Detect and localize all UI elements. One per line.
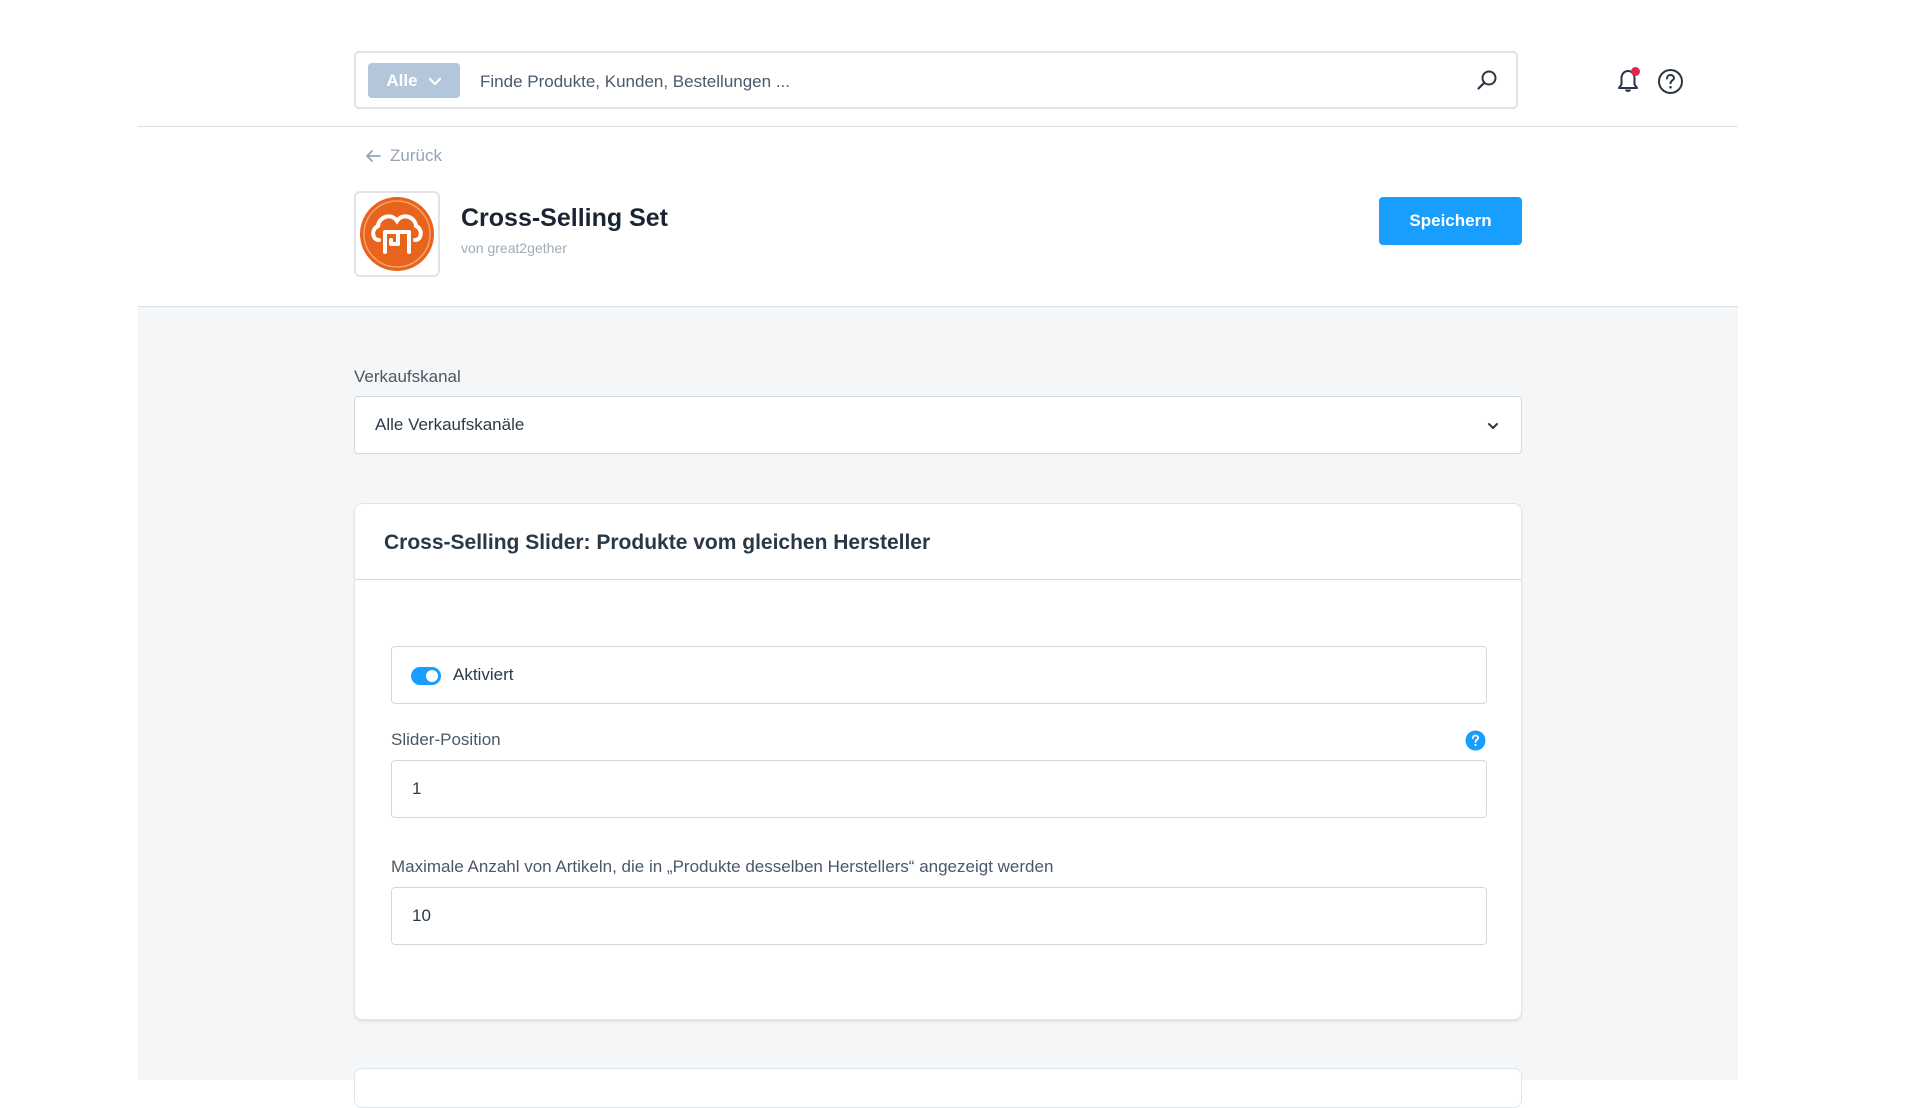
bell-icon[interactable] [1614, 66, 1642, 96]
activation-toggle-field: Aktiviert [391, 646, 1487, 704]
next-card [354, 1068, 1522, 1108]
search-type-label: Alle [386, 70, 418, 90]
card-title: Cross-Selling Slider: Produkte vom gleic… [384, 531, 931, 554]
chevron-down-icon [428, 77, 441, 85]
app-logo [354, 191, 440, 277]
search-type-dropdown[interactable]: Alle [368, 63, 460, 98]
activation-toggle-label: Aktiviert [453, 665, 514, 684]
max-items-label: Maximale Anzahl von Artikeln, die in „Pr… [391, 857, 1054, 876]
back-link-label: Zurück [390, 146, 442, 165]
cross-selling-card: Cross-Selling Slider: Produkte vom gleic… [354, 503, 1522, 1020]
slider-position-input[interactable] [391, 760, 1487, 818]
app-vendor: von great2gether [461, 240, 567, 256]
slider-position-label: Slider-Position [391, 730, 501, 749]
toggle-knob [426, 670, 438, 682]
search-input[interactable] [478, 63, 1442, 100]
sales-channel-value: Alle Verkaufskanäle [375, 415, 525, 434]
max-items-input[interactable] [391, 887, 1487, 945]
app-logo-icon [360, 197, 434, 271]
page-header-divider [138, 306, 1738, 307]
save-button[interactable]: Speichern [1379, 197, 1522, 245]
chevron-down-icon [1488, 423, 1498, 429]
global-search: Alle [354, 51, 1518, 109]
sales-channel-select[interactable]: Alle Verkaufskanäle [354, 396, 1522, 454]
arrow-left-icon [366, 150, 381, 162]
search-icon[interactable] [1476, 69, 1498, 91]
sales-channel-label: Verkaufskanal [354, 367, 461, 386]
activation-toggle[interactable] [411, 667, 441, 685]
header-divider [138, 126, 1738, 127]
back-link[interactable]: Zurück [364, 146, 442, 166]
page-title: Cross-Selling Set [461, 204, 668, 232]
notification-dot [1631, 67, 1640, 76]
help-icon[interactable] [1657, 68, 1684, 95]
info-icon[interactable] [1465, 730, 1486, 751]
card-divider [355, 579, 1521, 580]
